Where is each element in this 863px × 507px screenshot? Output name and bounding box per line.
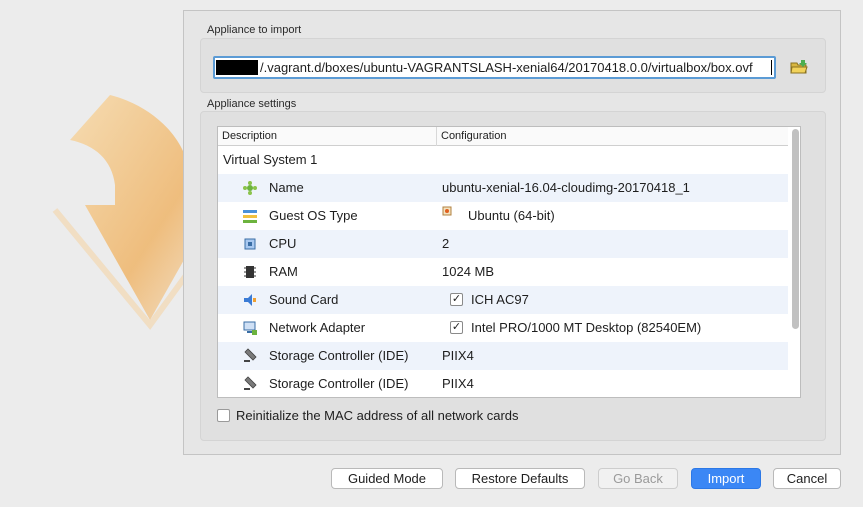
network-adapter-enabled-checkbox[interactable]: ✓ bbox=[450, 321, 463, 334]
import-panel: Appliance to import /.vagrant.d/boxes/ub… bbox=[183, 10, 841, 455]
sound-card-enabled-checkbox[interactable]: ✓ bbox=[450, 293, 463, 306]
reinit-mac-checkbox[interactable] bbox=[217, 409, 230, 422]
row-description: CPU bbox=[269, 236, 297, 251]
name-icon bbox=[243, 181, 257, 195]
tree-scrollbar[interactable] bbox=[792, 129, 799, 395]
row-description: Guest OS Type bbox=[269, 208, 358, 223]
storage-controller-icon bbox=[244, 348, 257, 362]
appliance-settings-group: Description Configuration Virtual System… bbox=[200, 111, 826, 441]
tree-row-network-adapter[interactable]: Network Adapter ✓ Intel PRO/1000 MT Desk… bbox=[218, 314, 788, 342]
row-configuration: PIIX4 bbox=[442, 376, 474, 391]
appliance-path-value: /.vagrant.d/boxes/ubuntu-VAGRANTSLASH-xe… bbox=[260, 60, 753, 75]
import-button[interactable]: Import bbox=[691, 468, 761, 489]
go-back-button[interactable]: Go Back bbox=[598, 468, 678, 489]
row-description: RAM bbox=[269, 264, 298, 279]
tree-scroll-thumb[interactable] bbox=[792, 129, 799, 329]
reinit-mac-label[interactable]: Reinitialize the MAC address of all netw… bbox=[236, 408, 519, 423]
row-description: Storage Controller (IDE) bbox=[269, 348, 409, 363]
tree-row-guest-os[interactable]: Guest OS Type Ubuntu (64-bit) bbox=[218, 202, 788, 230]
row-configuration: 2 bbox=[442, 236, 450, 251]
tree-row-cpu[interactable]: CPU 2 bbox=[218, 230, 788, 258]
open-folder-icon[interactable] bbox=[788, 56, 810, 78]
appliance-settings-tree[interactable]: Description Configuration Virtual System… bbox=[217, 126, 801, 398]
row-configuration: ICH AC97 bbox=[471, 292, 529, 307]
row-description: Storage Controller (IDE) bbox=[269, 376, 409, 391]
column-header-description[interactable]: Description bbox=[222, 130, 277, 142]
sound-card-icon bbox=[244, 294, 256, 306]
row-configuration: Intel PRO/1000 MT Desktop (82540EM) bbox=[471, 320, 702, 335]
appliance-to-import-label: Appliance to import bbox=[207, 24, 302, 36]
guest-os-icon bbox=[243, 210, 257, 223]
tree-row-name[interactable]: Name ubuntu-xenial-16.04-cloudimg-201704… bbox=[218, 174, 788, 202]
column-header-configuration[interactable]: Configuration bbox=[441, 130, 506, 142]
tree-row-ram[interactable]: RAM 1024 MB bbox=[218, 258, 788, 286]
row-description: Name bbox=[269, 180, 304, 195]
text-caret bbox=[771, 60, 772, 75]
row-configuration: PIIX4 bbox=[442, 348, 474, 363]
tree-header: Description Configuration bbox=[218, 127, 788, 146]
import-arrow-graphic bbox=[52, 95, 200, 330]
cancel-button[interactable]: Cancel bbox=[773, 468, 841, 489]
redacted-path-prefix bbox=[216, 60, 258, 75]
tree-row-virtual-system[interactable]: Virtual System 1 bbox=[218, 146, 788, 174]
column-divider bbox=[436, 127, 437, 146]
ubuntu-os-icon bbox=[442, 206, 452, 216]
row-configuration: ubuntu-xenial-16.04-cloudimg-20170418_1 bbox=[442, 180, 690, 195]
storage-controller-icon bbox=[244, 376, 257, 390]
restore-defaults-button[interactable]: Restore Defaults bbox=[455, 468, 585, 489]
tree-row-storage-controller[interactable]: Storage Controller (IDE) PIIX4 bbox=[218, 342, 788, 370]
tree-row-storage-controller[interactable]: Storage Controller (IDE) PIIX4 bbox=[218, 370, 788, 397]
network-adapter-icon bbox=[243, 321, 257, 335]
appliance-settings-label: Appliance settings bbox=[207, 98, 297, 110]
row-configuration: 1024 MB bbox=[442, 264, 495, 279]
row-description: Sound Card bbox=[269, 292, 339, 307]
guided-mode-button[interactable]: Guided Mode bbox=[331, 468, 443, 489]
ram-icon bbox=[244, 266, 256, 278]
appliance-path-field[interactable]: /.vagrant.d/boxes/ubuntu-VAGRANTSLASH-xe… bbox=[213, 56, 776, 79]
appliance-to-import-group: /.vagrant.d/boxes/ubuntu-VAGRANTSLASH-xe… bbox=[200, 38, 826, 93]
cpu-icon bbox=[244, 238, 256, 250]
row-description: Network Adapter bbox=[269, 320, 366, 335]
row-configuration: Ubuntu (64-bit) bbox=[468, 208, 555, 223]
tree-row-sound-card[interactable]: Sound Card ✓ ICH AC97 bbox=[218, 286, 788, 314]
virtual-system-label: Virtual System 1 bbox=[223, 152, 318, 167]
